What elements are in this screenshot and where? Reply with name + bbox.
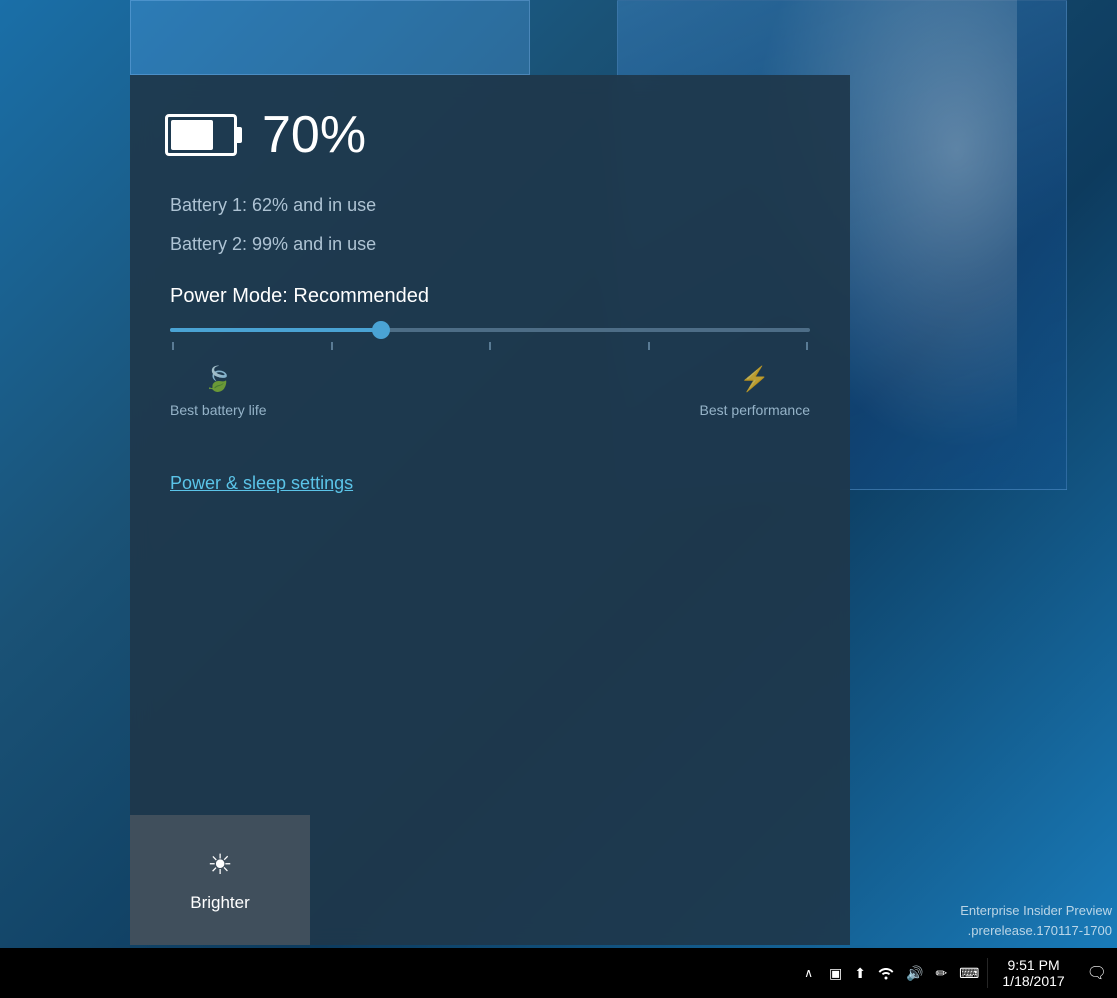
battery2-detail: Battery 2: 99% and in use bbox=[165, 234, 815, 255]
slider-fill bbox=[170, 328, 381, 332]
slider-ticks bbox=[170, 342, 810, 350]
taskbar-time-display: 9:51 PM bbox=[1007, 957, 1059, 973]
power-mode-label: Power Mode: Recommended bbox=[165, 285, 815, 308]
power-sleep-settings-link[interactable]: Power & sleep settings bbox=[165, 473, 815, 494]
best-battery-label: 🍃 Best battery life bbox=[170, 365, 267, 418]
slider-tick-3 bbox=[489, 342, 491, 350]
battery-header: 70% bbox=[165, 105, 815, 165]
battery-mode-labels: 🍃 Best battery life ⚡ Best performance bbox=[165, 365, 815, 418]
brightness-icon: ☀ bbox=[207, 848, 232, 881]
taskbar-keyboard-icon[interactable]: ⌨ bbox=[953, 948, 985, 998]
taskbar-network-icon[interactable] bbox=[872, 948, 900, 998]
desktop-tile-left bbox=[130, 0, 530, 75]
taskbar-pen-icon[interactable]: ✏ bbox=[929, 948, 953, 998]
taskbar-upload-icon[interactable]: ⬆ bbox=[848, 948, 872, 998]
insider-preview-text: Enterprise Insider Preview .prerelease.1… bbox=[960, 901, 1112, 940]
battery-percentage-label: 70% bbox=[262, 105, 366, 165]
battery-popup-panel: 70% Battery 1: 62% and in use Battery 2:… bbox=[130, 75, 850, 945]
slider-thumb[interactable] bbox=[372, 321, 390, 339]
taskbar-chevron-button[interactable]: ∧ bbox=[794, 948, 823, 998]
performance-lightning-icon: ⚡ bbox=[740, 365, 770, 394]
brighter-button[interactable]: ☀ Brighter bbox=[130, 815, 310, 945]
taskbar-battery-icon[interactable]: ▣ bbox=[823, 948, 848, 998]
slider-tick-2 bbox=[331, 342, 333, 350]
slider-tick-4 bbox=[648, 342, 650, 350]
taskbar-separator bbox=[987, 958, 988, 988]
slider-tick-5 bbox=[806, 342, 808, 350]
taskbar-notification-icon[interactable]: 🗨 bbox=[1077, 948, 1117, 998]
slider-track[interactable] bbox=[170, 328, 810, 332]
battery-icon-shape bbox=[165, 114, 237, 156]
taskbar: ∧ ▣ ⬆ 🔊 ✏ ⌨ 9:51 PM 1/18/2017 🗨 bbox=[0, 948, 1117, 998]
best-battery-text: Best battery life bbox=[170, 402, 267, 418]
slider-tick-1 bbox=[172, 342, 174, 350]
battery-icon bbox=[165, 114, 237, 156]
battery-leaf-icon: 🍃 bbox=[203, 365, 233, 394]
taskbar-date-display: 1/18/2017 bbox=[1002, 973, 1064, 989]
best-performance-label: ⚡ Best performance bbox=[700, 365, 811, 418]
taskbar-volume-icon[interactable]: 🔊 bbox=[900, 948, 929, 998]
best-performance-text: Best performance bbox=[700, 402, 811, 418]
battery1-detail: Battery 1: 62% and in use bbox=[165, 195, 815, 216]
brighter-label: Brighter bbox=[190, 893, 250, 913]
battery-fill-bar bbox=[171, 120, 213, 150]
taskbar-clock[interactable]: 9:51 PM 1/18/2017 bbox=[990, 948, 1076, 998]
power-mode-slider-container[interactable] bbox=[165, 328, 815, 350]
